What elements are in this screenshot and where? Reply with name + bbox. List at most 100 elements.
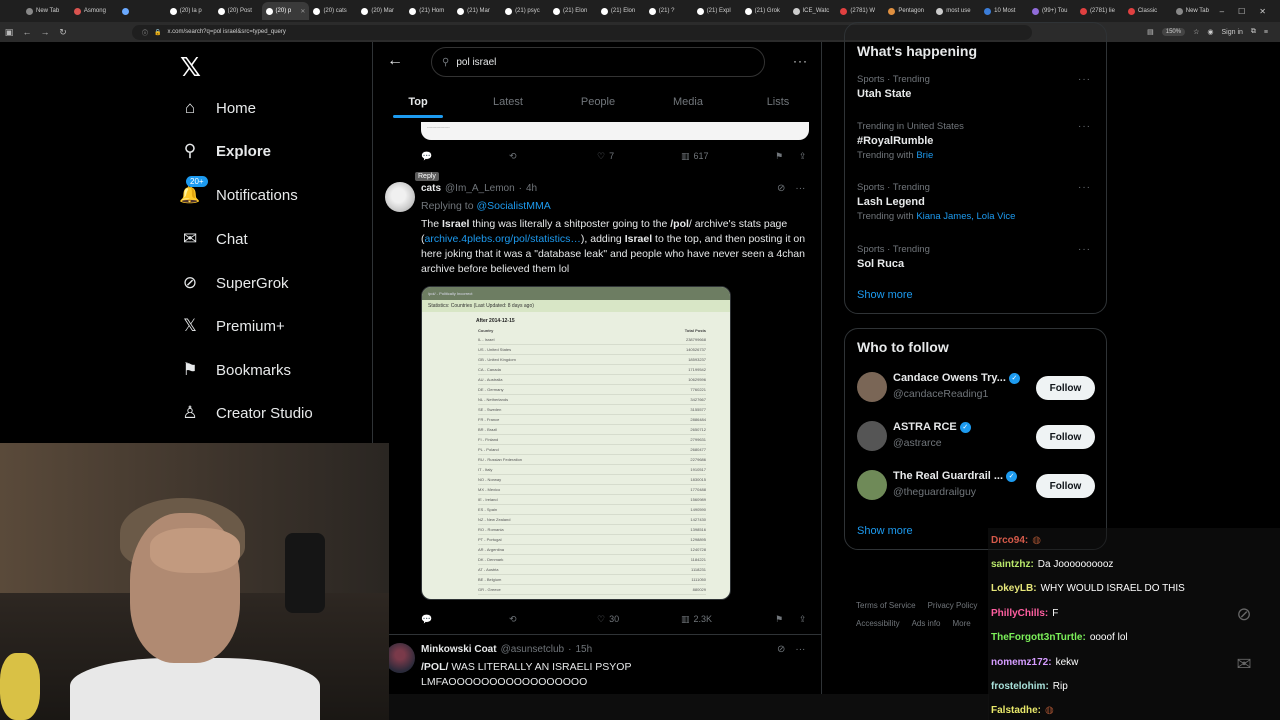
forward-icon[interactable]: → bbox=[36, 27, 54, 37]
trend-item[interactable]: Sports · Trending Lash Legend Trending wit… bbox=[857, 182, 1097, 222]
reload-icon[interactable]: ↻ bbox=[54, 27, 72, 38]
browser-tab[interactable]: (21) Elon bbox=[549, 2, 597, 20]
trend-more-icon[interactable]: ··· bbox=[1078, 74, 1091, 85]
search-input[interactable]: ⚲ pol israel bbox=[431, 47, 765, 77]
trend-more-icon[interactable]: ··· bbox=[1078, 121, 1091, 132]
tweet-time[interactable]: 15h bbox=[575, 644, 592, 655]
like-button[interactable]: ♡ 7 bbox=[597, 151, 681, 162]
share-button[interactable]: ⇪ bbox=[799, 151, 807, 162]
x-logo-icon[interactable]: 𝕏 bbox=[180, 52, 201, 83]
trends-show-more[interactable]: Show more bbox=[857, 289, 913, 301]
follow-suggestion[interactable]: The Real Guardrail ... ✓ @theguardrailguy F… bbox=[857, 468, 1097, 502]
browser-tab[interactable]: (2781) W bbox=[836, 2, 884, 20]
close-tab-icon[interactable]: ✕ bbox=[300, 8, 305, 15]
avatar[interactable] bbox=[857, 421, 887, 451]
author-handle[interactable]: @Im_A_Lemon bbox=[445, 183, 515, 194]
sidebar-item-bookmarks[interactable]: ⚑ Bookmarks bbox=[180, 360, 291, 380]
previous-tweet-card-preview[interactable]: ----------------- bbox=[421, 122, 809, 140]
author-handle[interactable]: @asunsetclub bbox=[501, 644, 565, 655]
tweet-link[interactable]: archive.4plebs.org/pol/statistics… bbox=[425, 233, 581, 245]
sidebar-item-home[interactable]: ⌂ Home bbox=[180, 98, 256, 118]
sidebar-item-premium[interactable]: 𝕏 Premium+ bbox=[180, 316, 285, 336]
close-window-icon[interactable]: ✕ bbox=[1259, 7, 1266, 16]
browser-tab[interactable]: (20) cats bbox=[309, 2, 357, 20]
more-options-icon[interactable]: ··· bbox=[795, 644, 805, 655]
browser-tab[interactable]: New Tab bbox=[22, 2, 70, 20]
reply-button[interactable]: 💬 bbox=[421, 614, 509, 625]
follow-suggestion[interactable]: Candace Owens Try... ✓ @candaceReading1 Fol… bbox=[857, 370, 1097, 404]
avatar[interactable] bbox=[385, 643, 415, 673]
browser-tab[interactable] bbox=[118, 2, 166, 20]
browser-tab[interactable]: ICE_Watc bbox=[789, 2, 837, 20]
tweet-image[interactable]: /pol/ - Politically Incorrect Statistics… bbox=[421, 286, 731, 600]
footer-link[interactable]: Terms of Service bbox=[856, 601, 916, 610]
retweet-button[interactable]: ⟲ bbox=[509, 614, 597, 625]
signin-label[interactable]: Sign in bbox=[1222, 29, 1243, 36]
share-button[interactable]: ⇪ bbox=[799, 614, 807, 625]
browser-tab[interactable]: Asmong bbox=[70, 2, 118, 20]
tweet-time[interactable]: 4h bbox=[526, 183, 537, 194]
maximize-icon[interactable]: ☐ bbox=[1238, 7, 1245, 16]
suggestion-name[interactable]: ASTRA RCE bbox=[893, 421, 957, 433]
suggestion-name[interactable]: Candace Owens Try... bbox=[893, 372, 1006, 384]
tab-media[interactable]: Media bbox=[643, 88, 733, 120]
browser-tab[interactable]: (2781) lie bbox=[1076, 2, 1124, 20]
sidebar-toggle-icon[interactable]: ▣ bbox=[0, 27, 18, 38]
browser-tab[interactable]: (20) Post bbox=[214, 2, 262, 20]
trend-with-names[interactable]: Kiana James, Lola Vice bbox=[916, 211, 1015, 222]
avatar[interactable] bbox=[857, 470, 887, 500]
tab-latest[interactable]: Latest bbox=[463, 88, 553, 120]
browser-tab[interactable]: (21) Mar bbox=[453, 2, 501, 20]
grok-icon[interactable]: ⊘ bbox=[1232, 604, 1256, 628]
trend-more-icon[interactable]: ··· bbox=[1078, 182, 1091, 193]
browser-tab[interactable]: New Tab bbox=[1172, 2, 1220, 20]
tab-top[interactable]: Top bbox=[373, 88, 463, 120]
star-icon[interactable]: ☆ bbox=[1193, 28, 1199, 36]
suggestion-name[interactable]: The Real Guardrail ... bbox=[893, 470, 1003, 482]
trend-item[interactable]: Sports · Trending Sol Ruca ··· bbox=[857, 244, 1097, 270]
info-icon[interactable]: ⓘ bbox=[142, 28, 148, 37]
browser-tab[interactable]: (21) Elon bbox=[597, 2, 645, 20]
browser-tab[interactable]: 10 Most bbox=[980, 2, 1028, 20]
url-text[interactable]: x.com/search?q=pol israel&src=typed_quer… bbox=[168, 29, 286, 35]
sidebar-item-notifications[interactable]: 🔔 20+ Notifications bbox=[179, 176, 298, 205]
like-button[interactable]: ♡ 30 bbox=[597, 614, 681, 625]
retweet-button[interactable]: ⟲ bbox=[509, 151, 597, 162]
avatar[interactable] bbox=[385, 182, 415, 212]
browser-tab[interactable]: (20) Mar bbox=[357, 2, 405, 20]
sidebar-item-chat[interactable]: ✉ Chat bbox=[180, 229, 248, 249]
sidebar-item-creator-studio[interactable]: ♙ Creator Studio bbox=[180, 403, 312, 423]
footer-link[interactable]: More bbox=[952, 619, 970, 628]
reader-icon[interactable]: ▤ bbox=[1147, 28, 1154, 36]
footer-link[interactable]: Accessibility bbox=[856, 619, 900, 628]
browser-tab[interactable]: (21) ? bbox=[645, 2, 693, 20]
follow-button[interactable]: Follow bbox=[1036, 425, 1095, 449]
search-options-icon[interactable]: ··· bbox=[793, 54, 808, 68]
sidebar-item-explore[interactable]: ⚲ Explore bbox=[180, 141, 271, 161]
browser-tab[interactable]: (21) Grok bbox=[741, 2, 789, 20]
footer-link[interactable]: Privacy Policy bbox=[928, 601, 978, 610]
extensions-icon[interactable]: ⧉ bbox=[1251, 28, 1256, 36]
avatar[interactable] bbox=[857, 372, 887, 402]
browser-tab[interactable]: (21) psyc bbox=[501, 2, 549, 20]
grok-icon[interactable]: ⊘ bbox=[777, 644, 785, 655]
browser-tab[interactable]: (21) Hom bbox=[405, 2, 453, 20]
back-arrow-icon[interactable]: ← bbox=[387, 52, 403, 70]
replying-to-link[interactable]: @SocialistMMA bbox=[476, 200, 550, 212]
tab-lists[interactable]: Lists bbox=[733, 88, 821, 120]
follow-button[interactable]: Follow bbox=[1036, 376, 1095, 400]
trend-more-icon[interactable]: ··· bbox=[1078, 244, 1091, 255]
author-name[interactable]: cats bbox=[421, 183, 441, 194]
more-options-icon[interactable]: ··· bbox=[795, 183, 805, 194]
menu-icon[interactable]: ≡ bbox=[1264, 29, 1268, 36]
trend-item[interactable]: Sports · Trending Utah State ··· bbox=[857, 74, 1097, 100]
reply-button[interactable]: 💬 bbox=[421, 151, 509, 162]
back-icon[interactable]: ← bbox=[18, 27, 36, 37]
browser-tab[interactable]: most use bbox=[932, 2, 980, 20]
trend-with-names[interactable]: Brie bbox=[916, 150, 933, 161]
mail-icon[interactable]: ✉ bbox=[1232, 654, 1256, 678]
grok-icon[interactable]: ⊘ bbox=[777, 183, 785, 194]
footer-link[interactable]: Ads info bbox=[912, 619, 941, 628]
views-button[interactable]: ▥ 2.3K bbox=[681, 614, 775, 625]
follow-show-more[interactable]: Show more bbox=[857, 525, 913, 537]
